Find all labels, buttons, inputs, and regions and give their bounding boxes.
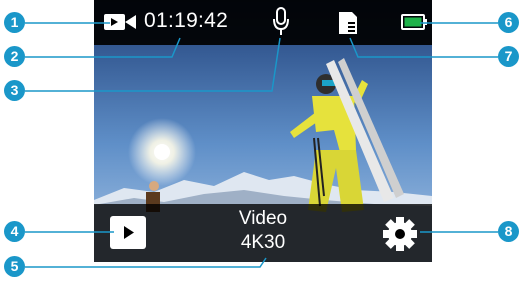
callout-6: 6 [498, 12, 519, 33]
callout-8: 8 [498, 221, 519, 242]
callout-4: 4 [4, 221, 25, 242]
callout-5: 5 [4, 256, 25, 277]
callout-3: 3 [4, 80, 25, 101]
callout-7: 7 [498, 46, 519, 67]
callout-2: 2 [4, 46, 25, 67]
callout-1: 1 [4, 12, 25, 33]
callout-leader-lines [25, 22, 498, 268]
